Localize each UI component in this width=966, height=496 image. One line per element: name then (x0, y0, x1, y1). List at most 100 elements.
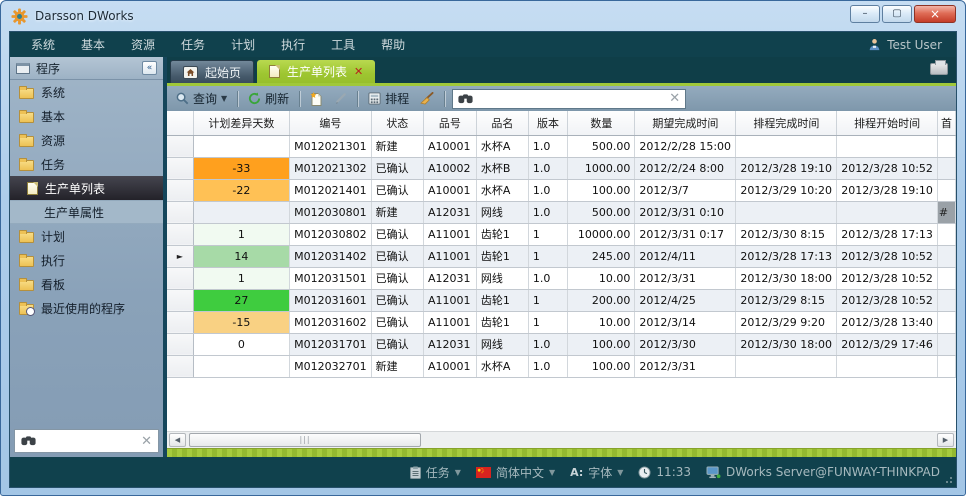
column-header-selector[interactable] (167, 111, 193, 135)
sidebar-item[interactable]: 看板 (10, 272, 163, 296)
font-selector[interactable]: A: 字体 ▼ (570, 464, 623, 481)
toolbar-search-input[interactable] (478, 92, 664, 106)
chevron-down-icon: ▼ (549, 468, 555, 477)
title-bar[interactable]: Darsson DWorks – ▢ × (1, 1, 965, 31)
table-row[interactable]: 1M012030802已确认A11001齿轮1110000.002012/3/3… (167, 223, 956, 245)
sidebar-item-label: 计划 (41, 228, 65, 245)
resize-grip[interactable] (945, 476, 953, 484)
menu-item[interactable]: 执行 (268, 36, 318, 53)
column-header-status[interactable]: 状态 (371, 111, 423, 135)
cell-sched_start: 2012/3/28 17:13 (837, 223, 938, 245)
table-row[interactable]: 1M012031501已确认A12031网线1.010.002012/3/312… (167, 267, 956, 289)
toolbar-search-clear-icon[interactable]: ✕ (669, 92, 680, 105)
horizontal-scrollbar[interactable]: ◀ ||| ▶ (167, 431, 956, 448)
user-indicator[interactable]: Test User (868, 38, 948, 52)
tab-production-order-list[interactable]: 生产单列表 ✕ (257, 60, 375, 83)
menu-item[interactable]: 资源 (118, 36, 168, 53)
scrollbar-thumb[interactable]: ||| (189, 433, 421, 447)
cell-code: M012021301 (290, 135, 371, 157)
table-row[interactable]: -15M012031602已确认A11001齿轮1110.002012/3/14… (167, 311, 956, 333)
table-row[interactable]: -22M012021401已确认A10001水杯A1.0100.002012/3… (167, 179, 956, 201)
scroll-right-button[interactable]: ▶ (937, 433, 954, 447)
menu-item[interactable]: 基本 (68, 36, 118, 53)
menu-item[interactable]: 系统 (18, 36, 68, 53)
cell-diff: -22 (193, 179, 290, 201)
font-a-icon: A: (570, 466, 583, 479)
table-row[interactable]: M012032701新建A10001水杯A1.0100.002012/3/31 (167, 355, 956, 377)
cell-code: M012032701 (290, 355, 371, 377)
cell-expected: 2012/3/30 (635, 333, 736, 355)
maximize-button[interactable]: ▢ (882, 5, 912, 23)
chevron-down-icon: ▼ (455, 468, 461, 477)
folder-icon (19, 232, 34, 243)
column-header-code[interactable]: 编号 (290, 111, 371, 135)
scrollbar-grip-icon: ||| (299, 436, 310, 444)
cell-version: 1 (528, 223, 567, 245)
tab-close-icon[interactable]: ✕ (354, 65, 363, 78)
column-header-sched_start[interactable]: 排程开始时间 (837, 111, 938, 135)
minimize-button[interactable]: – (850, 5, 880, 23)
new-button[interactable] (307, 90, 326, 108)
cell-expected: 2012/3/14 (635, 311, 736, 333)
query-button[interactable]: 查询 ▼ (173, 88, 230, 109)
table-row[interactable]: M012021301新建A10001水杯A1.0500.002012/2/28 … (167, 135, 956, 157)
column-header-part[interactable]: 品号 (424, 111, 477, 135)
sidebar-item[interactable]: 生产单列表 (10, 176, 163, 200)
sidebar-item[interactable]: 基本 (10, 104, 163, 128)
toolbar-separator (444, 91, 445, 107)
sidebar-item[interactable]: 最近使用的程序 (10, 296, 163, 320)
cell-name: 齿轮1 (476, 311, 528, 333)
bottom-accent-strip (167, 448, 956, 457)
column-header-name[interactable]: 品名 (476, 111, 528, 135)
schedule-button[interactable]: 排程 (365, 88, 412, 109)
menu-item[interactable]: 计划 (218, 36, 268, 53)
menu-item[interactable]: 帮助 (368, 36, 418, 53)
table-row[interactable]: 0M012031701已确认A12031网线1.0100.002012/3/30… (167, 333, 956, 355)
cell-qty: 10.00 (568, 267, 635, 289)
cell-extra (937, 289, 955, 311)
sidebar-collapse-button[interactable]: « (142, 61, 157, 75)
column-header-expected[interactable]: 期望完成时间 (635, 111, 736, 135)
row-selector-cell (167, 333, 193, 355)
folder-icon (19, 88, 34, 99)
table-body: M012021301新建A10001水杯A1.0500.002012/2/28 … (167, 135, 956, 377)
sidebar-search-clear-icon[interactable]: ✕ (141, 435, 152, 448)
sidebar-item[interactable]: 执行 (10, 248, 163, 272)
task-menu[interactable]: 任务 ▼ (410, 464, 461, 481)
cell-version: 1.0 (528, 179, 567, 201)
scroll-left-button[interactable]: ◀ (169, 433, 186, 447)
column-header-extra[interactable]: 首 (937, 111, 955, 135)
printer-icon[interactable] (930, 63, 948, 75)
table-row[interactable]: -33M012021302已确认A10002水杯B1.01000.002012/… (167, 157, 956, 179)
table-row[interactable]: M012030801新建A12031网线1.0500.002012/3/31 0… (167, 201, 956, 223)
refresh-button[interactable]: 刷新 (245, 88, 292, 109)
sidebar-item-label: 基本 (41, 108, 65, 125)
clean-button[interactable] (417, 90, 437, 107)
document-icon (269, 65, 280, 78)
sidebar-search-input[interactable] (42, 434, 135, 448)
language-selector[interactable]: 简体中文 ▼ (476, 464, 555, 481)
column-header-version[interactable]: 版本 (528, 111, 567, 135)
cell-part: A11001 (424, 223, 477, 245)
close-button[interactable]: × (914, 5, 956, 23)
sidebar-item[interactable]: 生产单属性 (10, 200, 163, 224)
row-selector-cell: ► (167, 245, 193, 267)
cell-qty: 100.00 (568, 179, 635, 201)
cell-code: M012031402 (290, 245, 371, 267)
cell-expected: 2012/4/25 (635, 289, 736, 311)
sidebar-item[interactable]: 任务 (10, 152, 163, 176)
cell-status: 已确认 (371, 289, 423, 311)
tab-start-page[interactable]: 起始页 (170, 60, 254, 83)
menu-item[interactable]: 任务 (168, 36, 218, 53)
menu-item[interactable]: 工具 (318, 36, 368, 53)
sidebar-item-label: 生产单属性 (44, 204, 104, 221)
sidebar-item[interactable]: 系统 (10, 80, 163, 104)
sidebar-item[interactable]: 计划 (10, 224, 163, 248)
edit-button[interactable] (331, 90, 350, 107)
column-header-diff[interactable]: 计划差异天数 (193, 111, 290, 135)
table-row[interactable]: ►14M012031402已确认A11001齿轮11245.002012/4/1… (167, 245, 956, 267)
sidebar-item[interactable]: 资源 (10, 128, 163, 152)
column-header-qty[interactable]: 数量 (568, 111, 635, 135)
column-header-sched_end[interactable]: 排程完成时间 (736, 111, 837, 135)
table-row[interactable]: 27M012031601已确认A11001齿轮11200.002012/4/25… (167, 289, 956, 311)
